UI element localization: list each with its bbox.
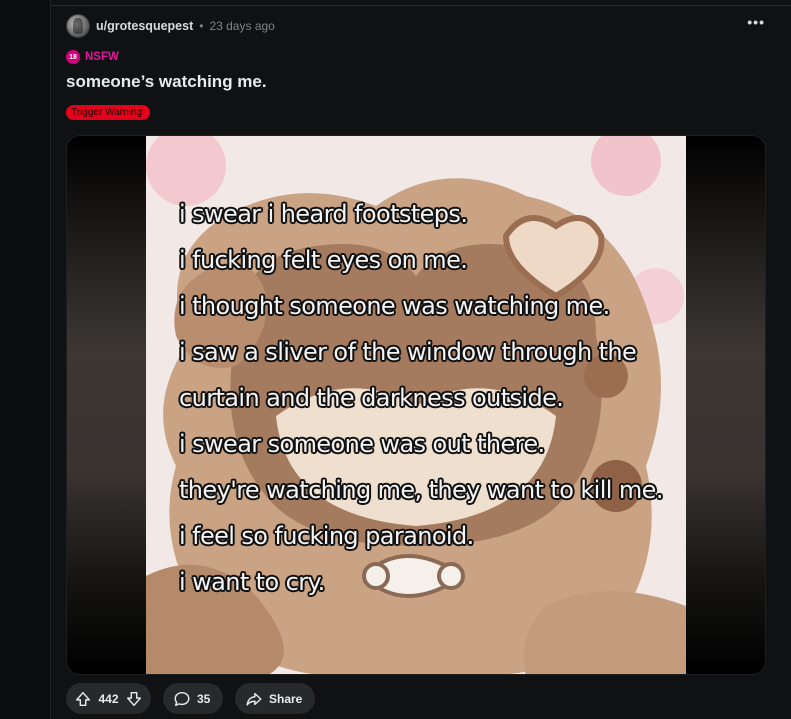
divider (51, 5, 791, 6)
arrow-down-icon[interactable] (125, 690, 143, 708)
post-card: u/grotesquepest • 23 days ago ••• 18 NSF… (50, 0, 791, 719)
user-avatar[interactable] (66, 14, 90, 38)
comments-count: 35 (197, 691, 211, 706)
nsfw-18-icon: 18 (66, 50, 80, 64)
caption-line: i saw a sliver of the window through the (179, 338, 637, 366)
post-flair[interactable]: Trigger Warning: (66, 105, 150, 120)
post-media[interactable]: i swear i heard footsteps. i fucking fel… (66, 135, 766, 675)
post-actions-bar: 442 35 Share (66, 683, 315, 714)
post-title[interactable]: someone’s watching me. (66, 72, 267, 92)
caption-line: they're watching me, they want to kill m… (179, 476, 663, 504)
post-image[interactable]: i swear i heard footsteps. i fucking fel… (146, 136, 686, 674)
caption-line: i thought someone was watching me. (179, 292, 610, 320)
caption-line: curtain and the darkness outside. (179, 384, 564, 412)
post-meta: u/grotesquepest • 23 days ago (66, 14, 275, 38)
image-caption-text: i swear i heard footsteps. i fucking fel… (179, 191, 663, 605)
comments-button[interactable]: 35 (163, 683, 223, 714)
caption-line: i feel so fucking paranoid. (179, 522, 474, 550)
post-timestamp: 23 days ago (209, 19, 275, 33)
username-link[interactable]: u/grotesquepest (96, 19, 193, 33)
caption-line: i swear someone was out there. (179, 430, 545, 458)
share-button[interactable]: Share (235, 683, 315, 714)
caption-line: i swear i heard footsteps. (179, 200, 468, 228)
ellipsis-icon: ••• (747, 14, 765, 30)
vote-count: 442 (98, 691, 119, 706)
meta-separator: • (199, 19, 204, 33)
share-arrow-icon (245, 690, 263, 708)
speech-bubble-icon (173, 690, 191, 708)
nsfw-label: NSFW (85, 51, 119, 63)
more-options-button[interactable]: ••• (747, 14, 765, 30)
share-label: Share (269, 691, 303, 706)
caption-line: i want to cry. (179, 568, 325, 596)
vote-control: 442 (66, 683, 151, 714)
arrow-up-icon[interactable] (74, 690, 92, 708)
nsfw-tag: 18 NSFW (66, 50, 119, 64)
caption-line: i fucking felt eyes on me. (179, 246, 468, 274)
